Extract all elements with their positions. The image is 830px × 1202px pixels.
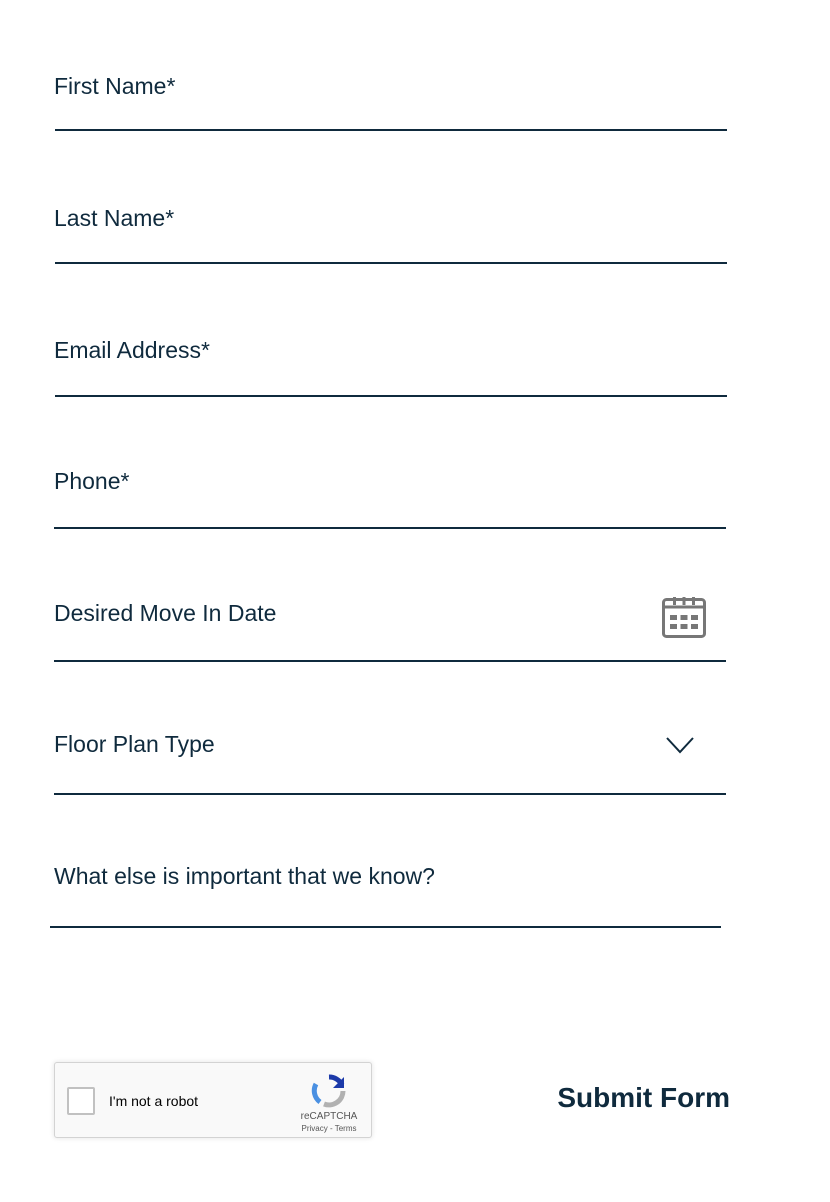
phone-label: Phone* bbox=[54, 468, 130, 494]
first-name-label: First Name* bbox=[54, 73, 176, 99]
recaptcha-brand: reCAPTCHA bbox=[300, 1111, 358, 1122]
email-field[interactable]: Email Address* bbox=[54, 336, 728, 397]
notes-field[interactable]: What else is important that we know? bbox=[50, 862, 728, 928]
submit-form-button[interactable]: Submit Form bbox=[540, 1078, 730, 1118]
recaptcha-privacy-terms-links[interactable]: Privacy - Terms bbox=[291, 1124, 367, 1134]
first-name-underline bbox=[55, 129, 727, 131]
chevron-down-icon[interactable] bbox=[665, 735, 695, 755]
recaptcha-checkbox[interactable] bbox=[67, 1087, 95, 1115]
floor-plan-label: Floor Plan Type bbox=[54, 731, 215, 757]
first-name-field[interactable]: First Name* bbox=[54, 72, 728, 132]
floor-plan-select[interactable]: Floor Plan Type bbox=[54, 730, 726, 795]
move-in-date-underline bbox=[54, 660, 726, 662]
phone-field[interactable]: Phone* bbox=[54, 467, 726, 529]
move-in-date-field[interactable]: Desired Move In Date bbox=[54, 599, 726, 662]
recaptcha-label: I'm not a robot bbox=[109, 1093, 199, 1109]
last-name-field[interactable]: Last Name* bbox=[54, 204, 728, 264]
calendar-icon[interactable] bbox=[662, 596, 706, 638]
recaptcha-widget: I'm not a robot reCAPTCHA Privacy - Term… bbox=[54, 1062, 372, 1138]
last-name-label: Last Name* bbox=[54, 205, 175, 231]
floor-plan-underline bbox=[54, 793, 726, 795]
phone-underline bbox=[54, 527, 726, 529]
email-label: Email Address* bbox=[54, 337, 210, 363]
notes-underline bbox=[50, 926, 721, 928]
move-in-date-label: Desired Move In Date bbox=[54, 600, 277, 626]
last-name-underline bbox=[55, 262, 727, 264]
notes-label: What else is important that we know? bbox=[54, 863, 435, 889]
email-underline bbox=[55, 395, 727, 397]
recaptcha-logo-icon bbox=[311, 1074, 346, 1108]
